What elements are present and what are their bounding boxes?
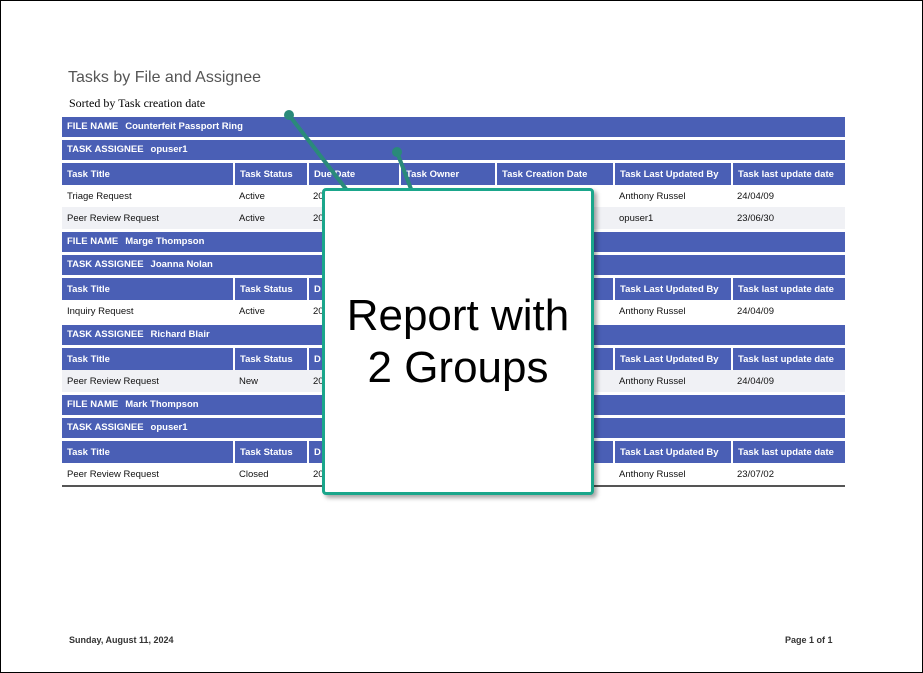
callout-pointer-line: [287, 113, 348, 191]
callout-pointer-dot: [392, 147, 402, 157]
callout-line-2: 2 Groups: [367, 342, 549, 392]
footer-page-number: Page 1 of 1: [785, 635, 833, 645]
callout-pointer-dot: [284, 110, 294, 120]
footer-date: Sunday, August 11, 2024: [69, 635, 174, 645]
callout-text: Report with 2 Groups: [347, 290, 570, 394]
callout-box: Report with 2 Groups: [322, 188, 594, 495]
callout-pointer-line: [395, 151, 413, 190]
report-page: Tasks by File and Assignee Sorted by Tas…: [0, 0, 923, 673]
callout-line-1: Report with: [346, 290, 570, 340]
